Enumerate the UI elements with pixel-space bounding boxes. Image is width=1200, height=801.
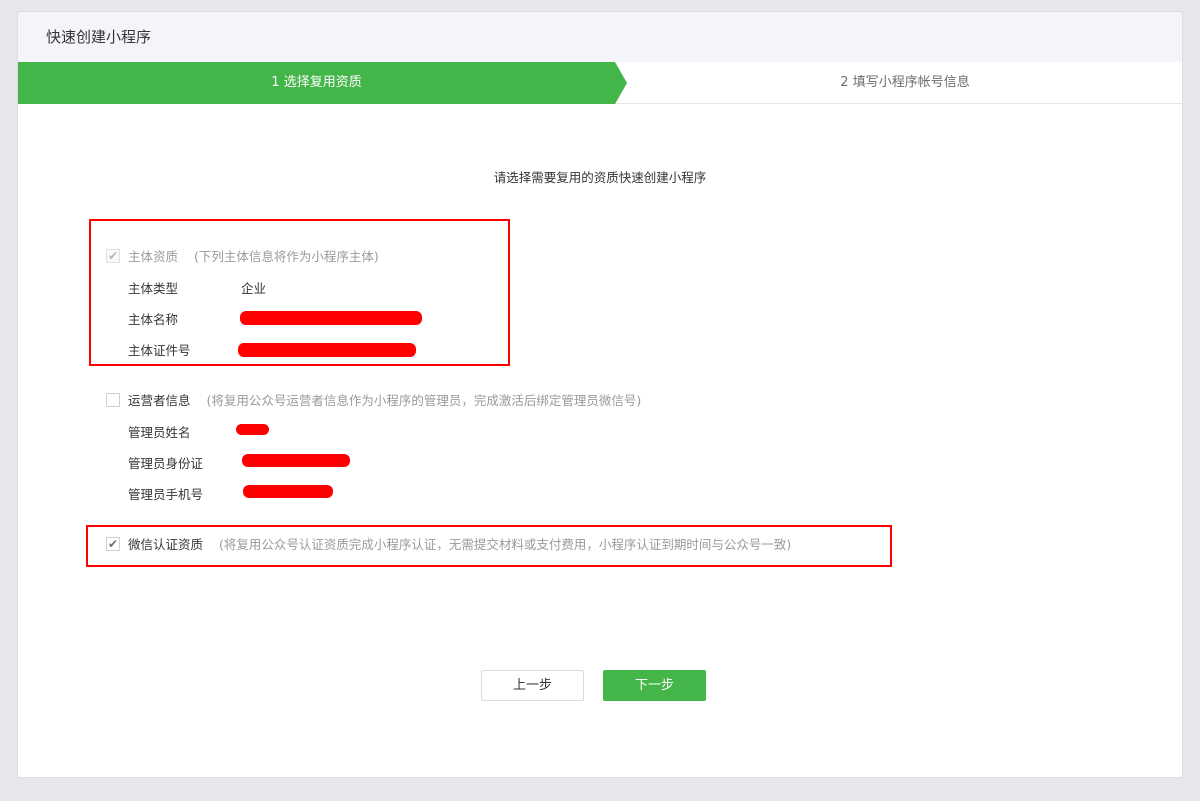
certification-label: 微信认证资质 xyxy=(128,537,204,552)
step-1-active: 1 选择复用资质 xyxy=(18,62,615,104)
step-arrow xyxy=(615,62,627,104)
subject-hint: (下列主体信息将作为小程序主体) xyxy=(194,249,379,264)
admin-id-label: 管理员身份证 xyxy=(128,456,204,471)
operator-hint: (将复用公众号运营者信息作为小程序的管理员，完成激活后绑定管理员微信号) xyxy=(206,393,642,408)
admin-name-label: 管理员姓名 xyxy=(128,425,191,440)
step-2: 2 填写小程序帐号信息 xyxy=(840,75,970,90)
subject-section-header: ✔ 主体资质 (下列主体信息将作为小程序主体) xyxy=(106,246,379,265)
subject-name-redaction xyxy=(240,311,422,325)
prev-step-button[interactable]: 上一步 xyxy=(481,670,584,701)
subject-id-label: 主体证件号 xyxy=(128,343,191,358)
step-indicator: 1 选择复用资质 2 填写小程序帐号信息 xyxy=(18,62,1182,104)
certification-section-header: ✔ 微信认证资质 (将复用公众号认证资质完成小程序认证，无需提交材料或支付费用，… xyxy=(106,534,791,553)
admin-phone-label: 管理员手机号 xyxy=(128,487,204,502)
admin-id-redaction xyxy=(242,454,350,467)
instruction-text: 请选择需要复用的资质快速创建小程序 xyxy=(493,170,707,185)
certification-checkbox[interactable]: ✔ xyxy=(106,536,120,551)
admin-name-redaction xyxy=(236,424,269,435)
operator-checkbox[interactable] xyxy=(106,392,120,407)
subject-label: 主体资质 xyxy=(128,249,179,264)
subject-type-value: 企业 xyxy=(241,281,267,296)
subject-type-label: 主体类型 xyxy=(128,281,179,296)
certification-hint: (将复用公众号认证资质完成小程序认证，无需提交材料或支付费用，小程序认证到期时间… xyxy=(219,537,792,552)
next-step-button[interactable]: 下一步 xyxy=(603,670,706,701)
admin-phone-redaction xyxy=(243,485,333,498)
operator-section-header: 运营者信息 (将复用公众号运营者信息作为小程序的管理员，完成激活后绑定管理员微信… xyxy=(106,390,641,409)
page-title: 快速创建小程序 xyxy=(18,12,1182,62)
subject-id-redaction xyxy=(238,343,416,357)
create-miniprogram-panel: 快速创建小程序 1 选择复用资质 2 填写小程序帐号信息 请选择需要复用的资质快… xyxy=(17,11,1183,778)
subject-checkbox[interactable]: ✔ xyxy=(106,248,120,263)
subject-name-label: 主体名称 xyxy=(128,312,179,327)
operator-label: 运营者信息 xyxy=(128,393,191,408)
